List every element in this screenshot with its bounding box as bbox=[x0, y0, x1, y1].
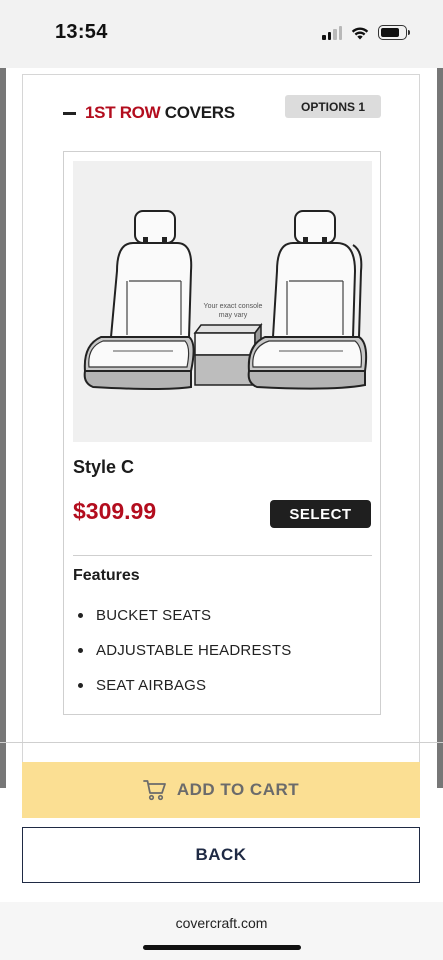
price: $309.99 bbox=[73, 498, 157, 524]
image-caption-line2: may vary bbox=[219, 312, 248, 319]
page-content: 1ST ROW COVERS OPTIONS 1 Your exact cons… bbox=[0, 68, 443, 902]
feature-item: ADJUSTABLE HEADRESTS bbox=[78, 633, 291, 668]
battery-icon bbox=[378, 25, 410, 40]
image-caption-line1: Your exact console bbox=[204, 303, 263, 310]
bullet-icon bbox=[78, 613, 83, 618]
divider bbox=[0, 742, 443, 743]
collapse-icon[interactable] bbox=[63, 111, 76, 115]
style-name: Style C bbox=[73, 457, 135, 477]
product-card[interactable]: Your exact console may vary Style C $309… bbox=[63, 151, 381, 715]
add-to-cart-label: ADD TO CART bbox=[176, 780, 300, 799]
seat-diagram: Your exact console may vary bbox=[83, 210, 368, 390]
row-covers-panel: 1ST ROW COVERS OPTIONS 1 Your exact cons… bbox=[22, 74, 420, 798]
row-header[interactable]: 1ST ROW COVERS bbox=[63, 103, 235, 123]
cart-icon bbox=[142, 780, 166, 801]
features-title: Features bbox=[73, 567, 140, 584]
status-icons bbox=[322, 25, 410, 40]
cellular-signal-icon bbox=[322, 25, 342, 40]
browser-bar: covercraft.com bbox=[0, 902, 443, 960]
url-label[interactable]: covercraft.com bbox=[0, 915, 443, 931]
row-title: 1ST ROW COVERS bbox=[85, 103, 235, 122]
options-badge: OPTIONS 1 bbox=[285, 95, 381, 118]
feature-item: BUCKET SEATS bbox=[78, 598, 291, 633]
add-to-cart-button[interactable]: ADD TO CART bbox=[22, 762, 420, 818]
divider bbox=[73, 555, 372, 556]
feature-item: SEAT AIRBAGS bbox=[78, 668, 291, 703]
home-indicator[interactable] bbox=[143, 945, 301, 950]
features-list: BUCKET SEATS ADJUSTABLE HEADRESTS SEAT A… bbox=[78, 598, 291, 703]
status-time: 13:54 bbox=[55, 21, 108, 43]
bullet-icon bbox=[78, 648, 83, 653]
bullet-icon bbox=[78, 683, 83, 688]
status-bar: 13:54 bbox=[0, 0, 443, 68]
back-button[interactable]: BACK bbox=[22, 827, 420, 883]
select-button[interactable]: SELECT bbox=[270, 500, 371, 528]
wifi-icon bbox=[351, 27, 369, 39]
seat-cover-image: Your exact console may vary bbox=[73, 161, 372, 442]
